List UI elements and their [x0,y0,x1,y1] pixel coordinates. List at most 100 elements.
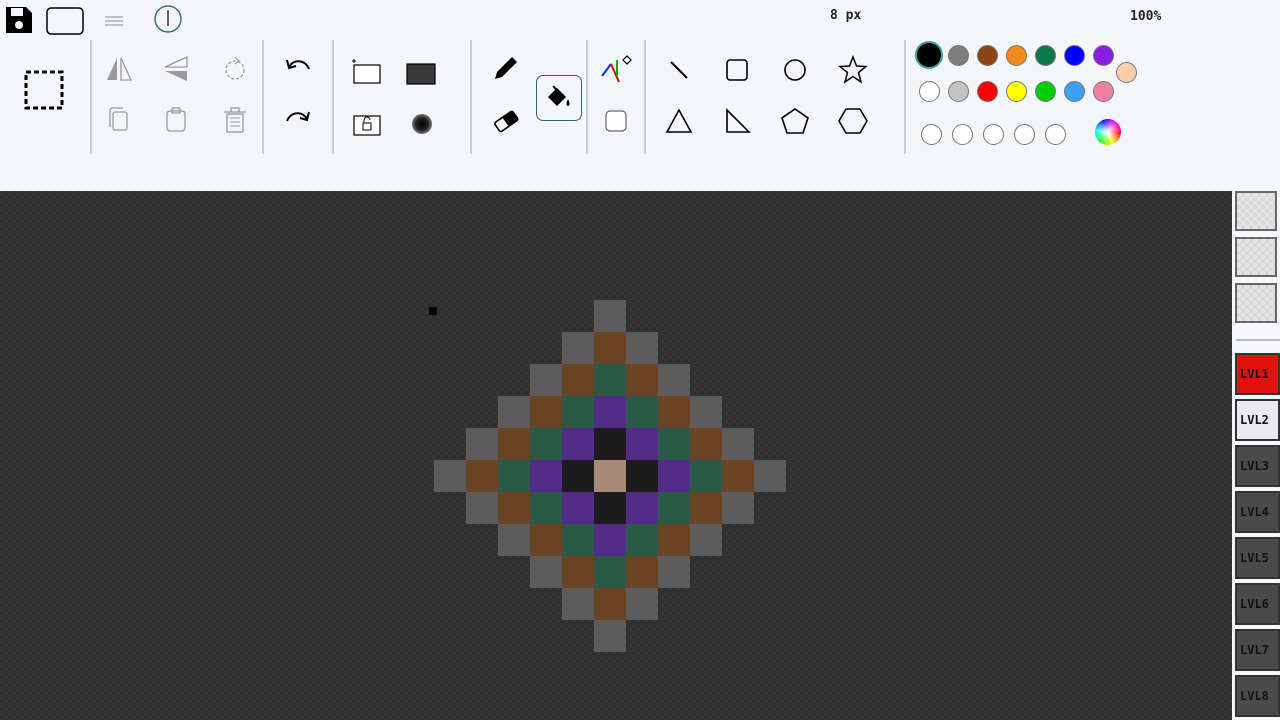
palette-swatch[interactable] [1006,45,1027,66]
paste-icon[interactable] [161,105,191,135]
new-canvas-icon[interactable] [350,58,384,88]
trash-icon[interactable] [220,105,250,135]
palette-swatch[interactable] [919,81,940,102]
palette-swatch[interactable] [1116,62,1137,83]
layer-7[interactable]: LVL7 [1235,629,1280,671]
pixel [626,524,658,556]
pixel [690,492,722,524]
menu-icon[interactable] [102,12,126,30]
custom-swatch[interactable] [1045,124,1066,145]
palette-swatch[interactable] [1093,81,1114,102]
fill-canvas-icon[interactable] [404,58,438,88]
palette-swatch[interactable] [948,45,969,66]
hexagon-icon[interactable] [837,105,869,137]
layer-3[interactable]: LVL3 [1235,445,1280,487]
pixel [626,364,658,396]
flip-horizontal-icon[interactable] [104,54,134,84]
pixel [626,396,658,428]
pixel [658,396,690,428]
separator [470,40,472,154]
pixel [562,396,594,428]
zoom-label: 100% [1130,9,1162,24]
layer-2[interactable]: LVL2 [1235,399,1280,441]
layer-6[interactable]: LVL6 [1235,583,1280,625]
triangle-icon[interactable] [663,105,695,137]
palette-swatch[interactable] [1006,81,1027,102]
paint-bucket-icon[interactable] [536,75,582,121]
pixel [690,524,722,556]
brush-cursor [429,307,437,315]
layer-8[interactable]: LVL8 [1235,675,1280,717]
eraser-icon[interactable] [490,105,522,137]
pixel [626,460,658,492]
pixel [530,524,562,556]
undo-icon[interactable] [283,55,313,85]
layer-label: LVL6 [1240,597,1269,611]
palette-swatch[interactable] [1064,81,1085,102]
separator [904,40,906,154]
pixel [466,428,498,460]
redo-icon[interactable] [283,107,313,137]
custom-swatch[interactable] [952,124,973,145]
frame-thumbnail-3[interactable] [1235,283,1277,323]
palette-swatch[interactable] [1035,45,1056,66]
palette-swatch[interactable] [1093,45,1114,66]
color-picker-icon[interactable] [599,54,633,84]
palette-swatch[interactable] [977,45,998,66]
pixel [594,492,626,524]
star-icon[interactable] [837,54,869,86]
line-icon[interactable] [663,54,695,86]
right-triangle-icon[interactable] [721,105,753,137]
pixel [594,588,626,620]
pixel [530,492,562,524]
soft-brush-icon[interactable] [406,108,438,140]
layer-4[interactable]: LVL4 [1235,491,1280,533]
square-icon[interactable] [721,54,753,86]
custom-swatch[interactable] [921,124,942,145]
empty-square-icon[interactable] [603,108,629,134]
info-icon[interactable] [152,3,184,35]
select-icon[interactable] [20,66,68,114]
pixel [466,492,498,524]
drawing-canvas[interactable] [0,191,1232,720]
rounded-rect-icon[interactable] [46,7,84,35]
pixel [498,492,530,524]
palette-swatch[interactable] [1035,81,1056,102]
copy-icon[interactable] [104,105,134,135]
layer-1[interactable]: LVL1 [1235,353,1280,395]
pixel [754,460,786,492]
layer-label: LVL3 [1240,459,1269,473]
pixel [594,300,626,332]
pentagon-icon[interactable] [779,105,811,137]
pixel [594,332,626,364]
layer-label: LVL8 [1240,689,1269,703]
color-wheel-icon[interactable] [1093,117,1123,147]
pixel [530,428,562,460]
frame-thumbnail-2[interactable] [1235,237,1277,277]
custom-swatch[interactable] [1014,124,1035,145]
pixel [594,364,626,396]
custom-swatch[interactable] [983,124,1004,145]
pixel [530,396,562,428]
pixel [626,588,658,620]
save-icon[interactable] [3,4,35,36]
separator [644,40,646,154]
frame-thumbnail-1[interactable] [1235,191,1277,231]
lock-canvas-icon[interactable] [350,110,384,140]
palette-swatch[interactable] [977,81,998,102]
brush-size-label: 8 px [830,8,862,23]
circle-icon[interactable] [779,54,811,86]
palette-swatch[interactable] [948,81,969,102]
pixel [562,364,594,396]
pixel [530,460,562,492]
rotate-icon[interactable] [220,54,250,84]
pixel [466,460,498,492]
pixel [498,460,530,492]
layer-5[interactable]: LVL5 [1235,537,1280,579]
palette-swatch[interactable] [1064,45,1085,66]
pixel [658,364,690,396]
palette-swatch[interactable] [915,41,943,69]
pixel [658,460,690,492]
pencil-icon[interactable] [490,52,522,84]
flip-vertical-icon[interactable] [161,54,191,84]
